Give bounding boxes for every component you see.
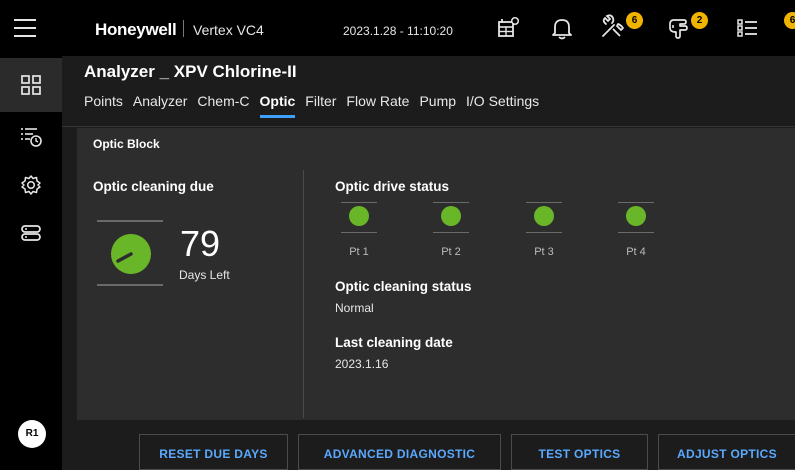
list-icon[interactable] — [735, 14, 761, 42]
point-label: Pt 2 — [441, 246, 461, 258]
tab-io-settings[interactable]: I/O Settings — [466, 93, 539, 118]
nav-history[interactable] — [0, 110, 62, 164]
days-left-value: 79 — [180, 223, 221, 264]
fault-badge: 2 — [691, 12, 708, 29]
last-cleaning-label: Last cleaning date — [335, 335, 453, 350]
page-title: Analyzer _ XPV Chlorine-II — [84, 62, 297, 81]
tab-pump[interactable]: Pump — [419, 93, 456, 118]
header-separator — [183, 20, 184, 37]
calendar-gear-icon[interactable] — [497, 14, 521, 42]
fault-hand-icon[interactable] — [665, 14, 691, 42]
cleaning-gauge-icon — [111, 234, 151, 274]
nav-devices[interactable] — [0, 206, 62, 260]
advanced-diagnostic-button[interactable]: ADVANCED DIAGNOSTIC — [298, 434, 501, 470]
brand-logo: Honeywell — [95, 20, 177, 39]
point-label: Pt 3 — [534, 246, 554, 258]
gauge-bottom-line — [97, 284, 163, 286]
nav-dashboard[interactable] — [0, 58, 62, 112]
status-dot — [534, 206, 554, 226]
cleaning-status-value: Normal — [335, 301, 374, 315]
user-avatar[interactable]: R1 — [18, 420, 46, 448]
reset-due-days-button[interactable]: RESET DUE DAYS — [139, 434, 288, 470]
days-left-unit: Days Left — [179, 268, 230, 282]
tools-icon[interactable] — [599, 14, 625, 42]
cleaning-due-label: Optic cleaning due — [93, 179, 214, 194]
drive-status-label: Optic drive status — [335, 179, 450, 194]
tab-flow-rate[interactable]: Flow Rate — [346, 93, 409, 118]
panel-title: Optic Block — [93, 137, 160, 151]
top-bar: Honeywell Vertex VC4 2023.1.28 - 11:10:2… — [0, 0, 795, 56]
gauge-top-line — [97, 220, 163, 222]
datetime: 2023.1.28 - 11:10:20 — [343, 24, 453, 38]
bell-icon[interactable] — [551, 14, 573, 42]
optic-block-panel: Optic Block Optic cleaning due 79 Days L… — [77, 128, 795, 420]
dashboard-grid-icon — [21, 75, 41, 95]
status-dot — [349, 206, 369, 226]
nav-settings[interactable] — [0, 158, 62, 212]
history-list-icon — [21, 128, 42, 147]
test-optics-button[interactable]: TEST OPTICS — [511, 434, 648, 470]
status-dot — [626, 206, 646, 226]
tools-badge: 6 — [626, 12, 643, 29]
menu-icon[interactable] — [14, 19, 36, 37]
cleaning-status-label: Optic cleaning status — [335, 279, 472, 294]
settings-gear-icon — [21, 175, 41, 195]
tab-bar: Points Analyzer Chem-C Optic Filter Flow… — [84, 93, 549, 118]
last-cleaning-value: 2023.1.16 — [335, 357, 389, 371]
panel-divider — [303, 170, 304, 418]
list-badge: 6 — [784, 12, 795, 29]
tab-analyzer[interactable]: Analyzer — [133, 93, 187, 118]
adjust-optics-button[interactable]: ADJUST OPTICS — [658, 434, 795, 470]
status-dot — [441, 206, 461, 226]
tab-optic[interactable]: Optic — [259, 93, 295, 118]
left-rail — [0, 56, 62, 470]
server-icon — [21, 225, 41, 241]
tab-filter[interactable]: Filter — [305, 93, 336, 118]
point-label: Pt 4 — [626, 246, 646, 258]
tab-points[interactable]: Points — [84, 93, 123, 118]
device-name: Vertex VC4 — [193, 22, 264, 38]
point-label: Pt 1 — [349, 246, 369, 258]
tab-chem-c[interactable]: Chem-C — [197, 93, 249, 118]
header-divider — [62, 126, 795, 127]
